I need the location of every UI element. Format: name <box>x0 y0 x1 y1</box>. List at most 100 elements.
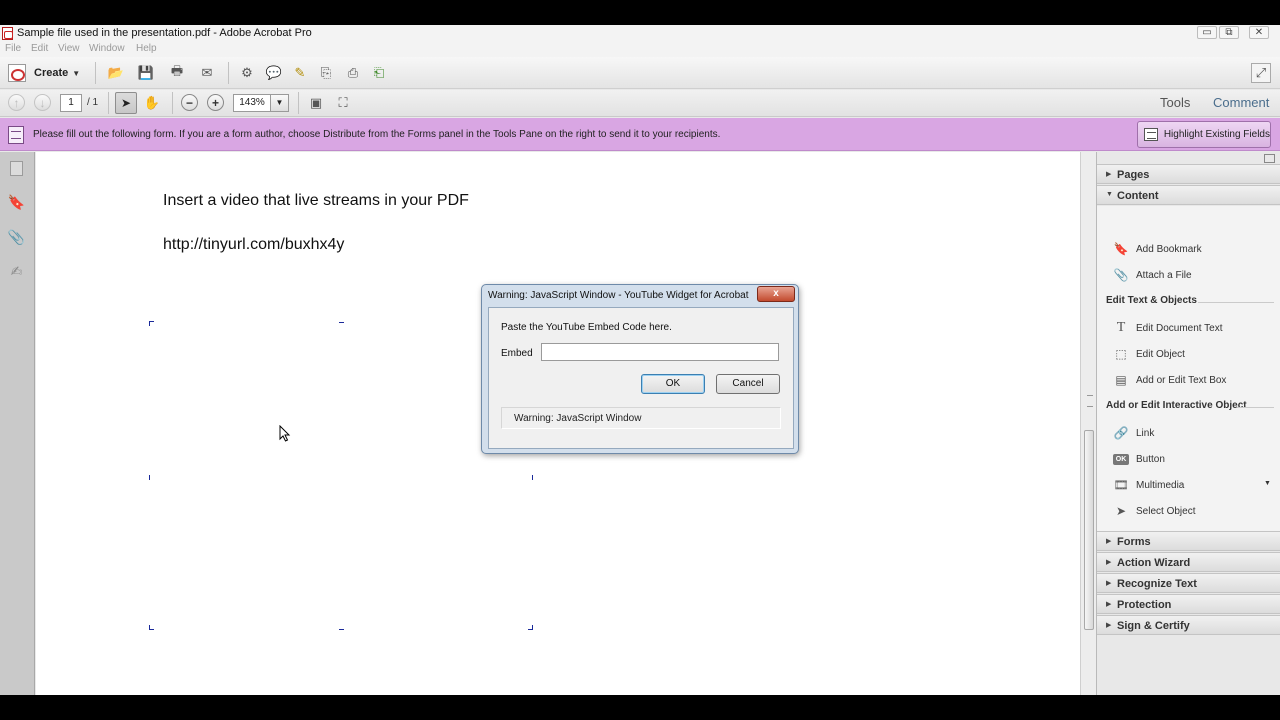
selection-mark <box>339 629 344 630</box>
acrobat-window: Sample file used in the presentation.pdf… <box>0 25 1280 695</box>
close-window-button[interactable]: ✕ <box>1249 26 1269 39</box>
add-text-box-item[interactable]: ▤ Add or Edit Text Box <box>1113 371 1273 389</box>
minimize-button[interactable]: ▭ <box>1197 26 1217 39</box>
email-icon[interactable]: ✉ <box>197 63 217 83</box>
select-tool-button[interactable]: ➤ <box>115 92 137 114</box>
previous-page-icon[interactable]: ↑ <box>8 94 25 111</box>
group-divider <box>1198 302 1274 303</box>
expand-icon[interactable]: ⤢ <box>1251 63 1271 83</box>
share-doc-icon[interactable]: ⎙ <box>343 63 363 83</box>
ok-button[interactable]: OK <box>641 374 705 394</box>
zoom-out-icon[interactable]: − <box>181 94 198 111</box>
pane-options-icon[interactable] <box>1264 154 1275 163</box>
highlight-fields-button[interactable]: Highlight Existing Fields <box>1137 121 1271 148</box>
cancel-button[interactable]: Cancel <box>716 374 780 394</box>
section-sign-certify[interactable]: ▶ Sign & Certify <box>1097 615 1280 635</box>
pages-panel-icon[interactable] <box>10 161 23 176</box>
arrow-select-icon: ➤ <box>1115 504 1127 518</box>
menu-window[interactable]: Window <box>89 43 125 54</box>
scrollbar-thumb[interactable] <box>1084 430 1094 630</box>
save-icon[interactable]: 💾 <box>136 63 156 83</box>
youtube-widget-dialog: Warning: JavaScript Window - YouTube Wid… <box>481 284 799 454</box>
selection-mark <box>528 625 533 630</box>
edit-object-item[interactable]: ⬚ Edit Object <box>1113 345 1273 363</box>
group-interactive-title: Add or Edit Interactive Object <box>1106 400 1247 411</box>
open-folder-icon[interactable]: 📂 <box>106 63 126 83</box>
section-action-wizard[interactable]: ▶ Action Wizard <box>1097 552 1280 572</box>
highlight-pen-icon[interactable]: ✎ <box>290 63 310 83</box>
textbox-icon: ▤ <box>1115 373 1127 387</box>
document-heading: Insert a video that live streams in your… <box>163 192 469 209</box>
section-pages[interactable]: ▶ Pages <box>1097 164 1280 184</box>
pane-splitter-grip[interactable] <box>1087 395 1093 407</box>
attachments-panel-icon[interactable]: 📎 <box>8 229 25 246</box>
menu-view[interactable]: View <box>58 43 80 54</box>
title-bar: Sample file used in the presentation.pdf… <box>0 25 1280 42</box>
vertical-scrollbar[interactable] <box>1080 152 1096 695</box>
sign-doc-icon[interactable]: ⎗ <box>369 63 389 83</box>
restore-button[interactable]: ⧉ <box>1219 26 1239 39</box>
form-icon <box>8 126 24 144</box>
create-pdf-icon <box>8 64 26 82</box>
signature-panel-icon[interactable]: ✍ <box>8 263 25 280</box>
edit-document-text-item[interactable]: T Edit Document Text <box>1113 319 1273 337</box>
document-link[interactable]: http://tinyurl.com/buxhx4y <box>163 236 344 254</box>
link-item[interactable]: 🔗 Link <box>1113 424 1273 442</box>
section-protection[interactable]: ▶ Protection <box>1097 594 1280 614</box>
chevron-right-icon: ▶ <box>1106 601 1112 608</box>
main-toolbar: Create ▼ 📂 💾 🖶 ✉ ⚙ 💬 ✎ ⎘ ⎙ ⎗ ⤢ <box>0 57 1280 89</box>
dialog-close-button[interactable]: x <box>757 286 795 302</box>
zoom-in-icon[interactable]: + <box>207 94 224 111</box>
zoom-dropdown-button[interactable]: ▼ <box>271 94 289 112</box>
dialog-prompt: Paste the YouTube Embed Code here. <box>501 322 672 333</box>
tab-tools[interactable]: Tools <box>1160 95 1190 110</box>
section-forms[interactable]: ▶ Forms <box>1097 531 1280 551</box>
fit-page-icon[interactable]: ▣ <box>306 93 326 113</box>
bookmark-panel-icon[interactable]: 🔖 <box>8 194 25 211</box>
select-object-label: Select Object <box>1136 505 1196 517</box>
chevron-down-icon: ▼ <box>1106 191 1113 198</box>
section-forms-label: Forms <box>1117 536 1151 548</box>
toolbar-divider <box>95 62 96 84</box>
menu-bar: File Edit View Window Help <box>0 42 1280 57</box>
next-page-icon[interactable]: ↓ <box>34 94 51 111</box>
selection-mark <box>339 322 344 323</box>
page-total: / 1 <box>87 97 99 108</box>
menu-edit[interactable]: Edit <box>31 43 48 54</box>
button-item[interactable]: OK Button <box>1113 450 1273 468</box>
review-icon[interactable]: ⎘ <box>316 63 336 83</box>
comment-bubble-icon[interactable]: 💬 <box>264 63 284 83</box>
form-message-bar: Please fill out the following form. If y… <box>0 118 1280 151</box>
fit-width-icon[interactable]: ⛶ <box>333 93 353 113</box>
attach-file-item[interactable]: 📎 Attach a File <box>1113 266 1273 284</box>
highlight-fields-label: Highlight Existing Fields <box>1163 129 1270 140</box>
menu-file[interactable]: File <box>5 43 21 54</box>
group-divider <box>1237 407 1274 408</box>
section-recognize-text[interactable]: ▶ Recognize Text <box>1097 573 1280 593</box>
create-button[interactable]: Create ▼ <box>8 62 82 84</box>
section-sign-certify-label: Sign & Certify <box>1117 620 1190 632</box>
toolbar-divider <box>228 62 229 84</box>
print-icon[interactable]: 🖶 <box>167 63 187 83</box>
page-number-input[interactable]: 1 <box>60 94 82 112</box>
select-object-item[interactable]: ➤ Select Object <box>1113 502 1273 520</box>
embed-code-input[interactable] <box>541 343 779 361</box>
gear-icon[interactable]: ⚙ <box>237 63 257 83</box>
zoom-level-input[interactable]: 143% <box>233 94 271 112</box>
multimedia-item[interactable]: 🎞 Multimedia ▼ <box>1113 476 1273 494</box>
selection-mark <box>532 475 537 480</box>
navigation-toolbar: ↑ ↓ 1 / 1 ➤ ✋ − + 143% ▼ ▣ ⛶ Tools Comme… <box>0 90 1280 117</box>
section-content-label: Content <box>1117 190 1159 202</box>
highlight-fields-icon <box>1144 128 1158 141</box>
add-bookmark-item[interactable]: 🔖 Add Bookmark <box>1113 240 1273 258</box>
hand-tool-icon[interactable]: ✋ <box>142 93 162 113</box>
ok-button-icon: OK <box>1113 453 1129 465</box>
tab-comment[interactable]: Comment <box>1213 95 1269 110</box>
menu-help[interactable]: Help <box>136 43 157 54</box>
section-content[interactable]: ▼ Content <box>1097 185 1280 205</box>
chevron-down-icon[interactable]: ▼ <box>1264 480 1271 487</box>
add-bookmark-label: Add Bookmark <box>1136 243 1202 255</box>
group-edit-text-title: Edit Text & Objects <box>1106 295 1197 306</box>
bookmark-icon: 🔖 <box>1113 242 1129 256</box>
add-text-box-label: Add or Edit Text Box <box>1136 374 1227 386</box>
